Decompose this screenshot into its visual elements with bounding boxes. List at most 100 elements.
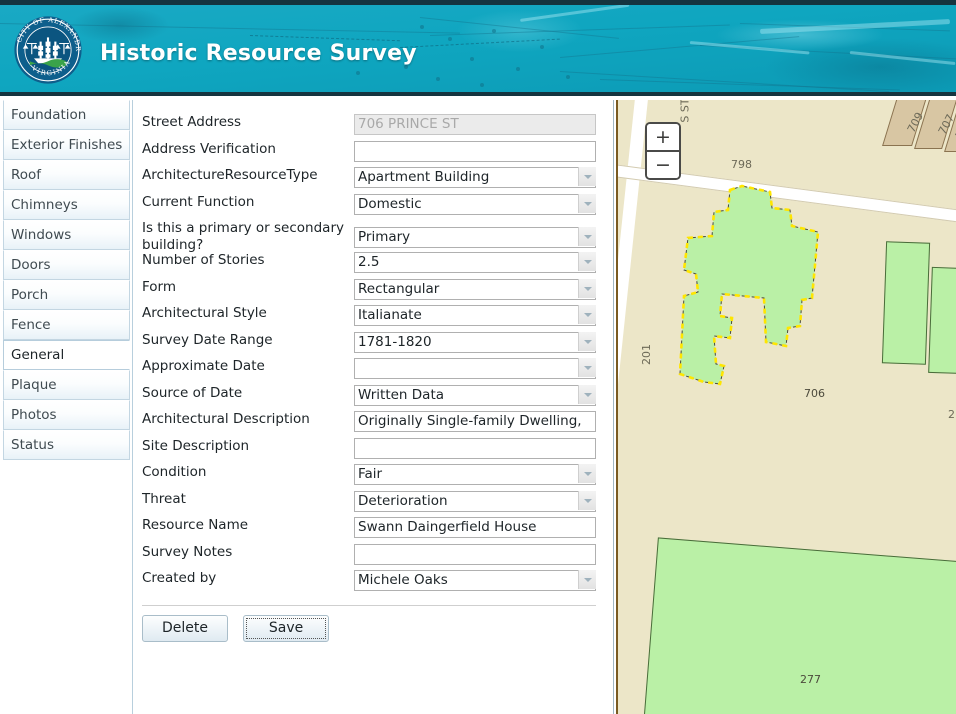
delete-button[interactable]: Delete [142,615,228,642]
field-control: Italianate [354,305,596,326]
form-row: Survey Date Range 1781-1820 [134,331,604,359]
form-row: ArchitectureResourceType Apartment Buildi… [134,167,604,194]
sidebar-item-doors[interactable]: Doors [3,250,130,280]
form-row: Number of Stories 2.5 [134,252,604,279]
map-subject-parcel-706[interactable] [670,178,870,458]
field-control: 706 PRINCE ST [354,114,596,135]
survey-form-panel: Street Address 706 PRINCE ST Address Verif… [134,100,614,714]
sidebar-item-status[interactable]: Status [3,430,130,460]
field-label: Address Verification [142,140,276,157]
dropdown-value[interactable]: Rectangular [354,278,596,300]
sidebar-item-general[interactable]: General [3,340,130,370]
dropdown-value[interactable]: Fair [354,464,596,485]
sidebar-item-photos[interactable]: Photos [3,400,130,430]
text-input[interactable] [354,437,596,459]
field-label: Form [142,278,177,295]
dropdown-value[interactable]: Domestic [354,193,596,215]
form-row: Street Address 706 PRINCE ST [134,114,604,141]
dropdown-value[interactable] [354,358,596,379]
field-control: Fair [354,464,596,485]
field-label: Is this a primary or secondary building? [142,220,344,253]
field-label: Resource Name [142,517,249,533]
field-label: Created by [142,570,217,586]
form-button-bar: Delete Save [142,605,596,642]
field-control: Apartment Building [354,167,596,188]
field-label: Condition [142,464,207,480]
field-control [354,140,596,162]
sidebar-item-label: Plaque [11,377,57,393]
dropdown-value[interactable]: Deterioration [354,490,596,512]
chevron-down-icon[interactable] [578,331,596,351]
map-label: S ST [678,100,692,123]
text-input[interactable]: Swann Daingerfield House [354,517,596,538]
sidebar-item-fence[interactable]: Fence [3,310,130,340]
chevron-down-icon[interactable] [578,464,596,483]
form-row: Threat Deterioration [134,490,604,518]
sidebar-item-label: Exterior Finishes [11,137,123,153]
app-header: CITY OF ALEXANDRIA VIRGINIA Historic Res… [0,0,956,96]
dropdown-value[interactable]: 1781-1820 [354,331,596,353]
field-label: Architectural Description [142,411,310,427]
dropdown-value[interactable]: Apartment Building [354,167,596,188]
form-row: Resource Name Swann Daingerfield House [134,517,604,544]
text-input[interactable]: Originally Single-family Dwelling, [354,411,596,432]
sidebar-item-label: Roof [11,167,42,183]
sidebar-item-plaque[interactable]: Plaque [3,370,130,400]
dropdown-value[interactable]: 2.5 [354,252,596,273]
chevron-down-icon[interactable] [578,490,596,510]
sidebar-item-roof[interactable]: Roof [3,160,130,190]
sidebar-item-label: Chimneys [11,197,78,213]
chevron-down-icon[interactable] [578,252,596,271]
chevron-down-icon[interactable] [578,167,596,186]
form-row: Survey Notes [134,543,604,571]
field-label: Current Function [142,193,255,210]
field-label: Street Address [142,114,242,130]
field-control: Deterioration [354,490,596,512]
map-parcel-277[interactable] [639,537,956,714]
text-input[interactable] [354,140,596,162]
map-parcel-right-strip[interactable] [881,241,931,365]
form-row: Is this a primary or secondary building?… [134,220,604,253]
parcel-map[interactable]: 798201S ST7067097077052772 + − [616,100,956,714]
form-row: Source of Date Written Data [134,384,604,412]
zoom-out-button[interactable]: − [647,150,679,178]
field-control [354,358,596,379]
save-button[interactable]: Save [243,615,330,642]
field-label: Source of Date [142,384,243,401]
chevron-down-icon[interactable] [578,358,596,377]
map-label: 2 [948,408,955,421]
text-input[interactable] [354,543,596,565]
dropdown-value[interactable]: Italianate [354,305,596,326]
zoom-in-button[interactable]: + [647,124,679,150]
dropdown-value[interactable]: Michele Oaks [354,570,596,591]
map-parcel-right-block[interactable] [928,266,956,376]
sidebar-item-foundation[interactable]: Foundation [3,100,130,130]
chevron-down-icon[interactable] [578,193,596,213]
sidebar-item-windows[interactable]: Windows [3,220,130,250]
form-row: Form Rectangular [134,278,604,306]
chevron-down-icon[interactable] [578,278,596,298]
sidebar-tab-strip: Foundation Exterior Finishes Roof Chimneys W… [0,100,133,714]
field-label: Survey Date Range [142,331,273,348]
field-control: Rectangular [354,278,596,300]
dropdown-value[interactable]: Written Data [354,384,596,406]
field-control: 2.5 [354,252,596,273]
form-row: Current Function Domestic [134,193,604,221]
chevron-down-icon[interactable] [578,305,596,324]
chevron-down-icon[interactable] [578,227,596,246]
sidebar-item-exterior-finishes[interactable]: Exterior Finishes [3,130,130,160]
sidebar-item-chimneys[interactable]: Chimneys [3,190,130,220]
field-control: Domestic [354,193,596,215]
dropdown-value[interactable]: Primary [354,227,596,248]
map-label: 798 [731,158,752,171]
field-label: ArchitectureResourceType [142,167,318,183]
sidebar-item-porch[interactable]: Porch [3,280,130,310]
field-label: Number of Stories [142,252,265,268]
form-row: Site Description [134,437,604,465]
form-row: Condition Fair [134,464,604,491]
field-label: Threat [142,490,186,507]
chevron-down-icon[interactable] [578,570,596,589]
sidebar-item-label: Foundation [11,107,87,123]
chevron-down-icon[interactable] [578,384,596,404]
sidebar-item-label: Windows [11,227,72,243]
